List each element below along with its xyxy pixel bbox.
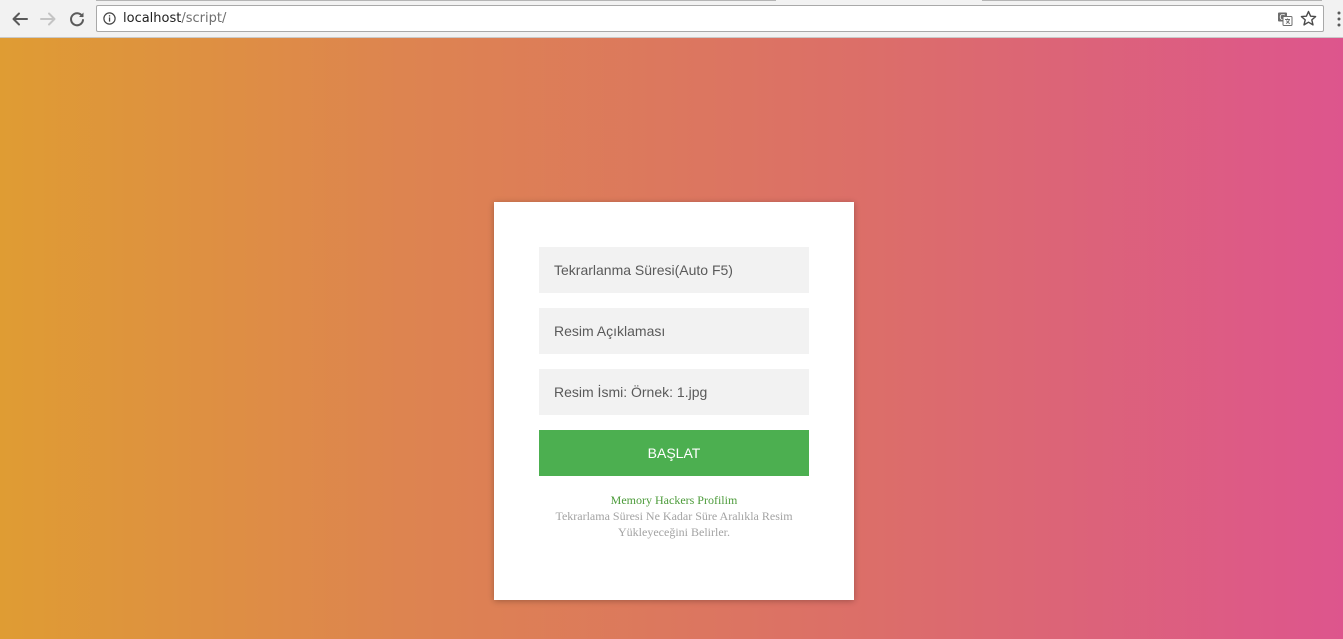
tab-strip-edge [982, 0, 1322, 1]
forward-arrow-icon [40, 12, 56, 26]
page-background: BAŞLAT Memory Hackers Profilim Tekrarlam… [0, 38, 1343, 639]
bookmark-star-icon[interactable] [1300, 10, 1317, 27]
back-button[interactable] [9, 8, 31, 30]
url-path: /script/ [181, 11, 227, 26]
repeat-interval-input[interactable] [539, 247, 809, 293]
address-bar[interactable]: localhost/script/ G [96, 5, 1324, 32]
note-line-1: Tekrarlama Süresi Ne Kadar Süre Aralıkla… [555, 509, 793, 523]
url-host: localhost [123, 11, 182, 26]
reload-button[interactable] [66, 8, 88, 30]
help-note: Memory Hackers Profilim Tekrarlama Süres… [539, 492, 809, 540]
tab-strip-edge [96, 0, 776, 1]
form-card: BAŞLAT Memory Hackers Profilim Tekrarlam… [494, 202, 854, 600]
profile-link[interactable]: Memory Hackers Profilim [611, 493, 738, 507]
url-text[interactable]: localhost/script/ [123, 11, 226, 26]
reload-icon [70, 12, 84, 27]
browser-menu-icon[interactable] [1337, 11, 1341, 27]
info-icon[interactable] [103, 12, 116, 25]
back-arrow-icon [12, 12, 28, 26]
image-description-input[interactable] [539, 308, 809, 354]
forward-button[interactable] [37, 8, 59, 30]
start-button[interactable]: BAŞLAT [539, 430, 809, 476]
browser-toolbar: localhost/script/ G [0, 0, 1343, 38]
translate-icon[interactable]: G [1277, 11, 1293, 27]
note-line-2: Yükleyeceğini Belirler. [618, 525, 730, 539]
image-name-input[interactable] [539, 369, 809, 415]
